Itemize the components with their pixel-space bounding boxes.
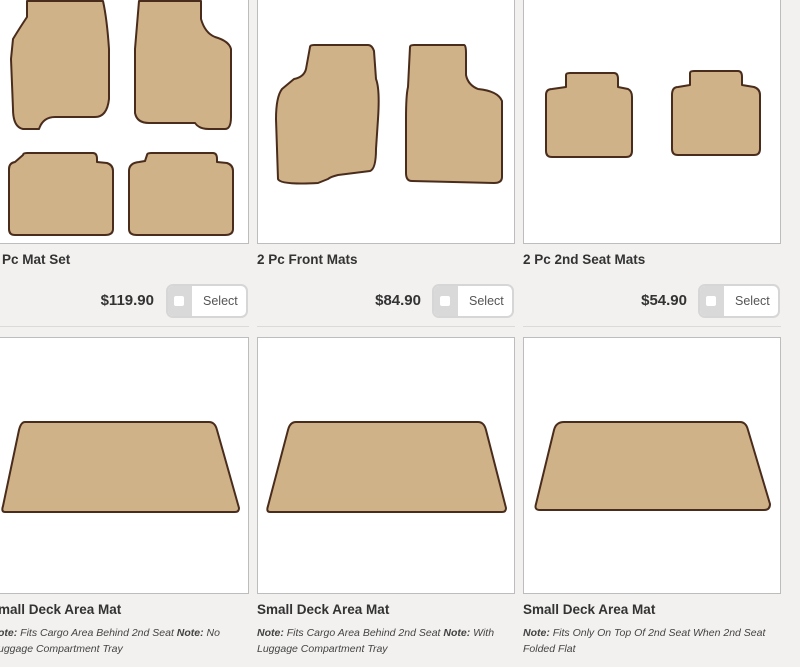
product-price: $119.90 [100, 292, 154, 309]
divider [523, 326, 781, 327]
select-label: Select [469, 294, 504, 308]
select-button[interactable]: Select [698, 284, 780, 318]
product-image-deck-mat[interactable] [0, 337, 249, 594]
select-label: Select [735, 294, 770, 308]
deck-mat-illustration [534, 421, 771, 511]
divider [0, 326, 249, 327]
product-title[interactable]: Small Deck Area Mat [257, 602, 389, 617]
product-image-deck-mat[interactable] [257, 337, 515, 594]
product-image-front-mats[interactable] [257, 0, 515, 244]
checkbox-area [434, 286, 458, 316]
2nd-seat-mats-illustration [545, 70, 761, 158]
product-image-deck-mat[interactable] [523, 337, 781, 594]
product-title[interactable]: mall Deck Area Mat [0, 602, 121, 617]
product-price: $84.90 [375, 292, 421, 309]
select-button[interactable]: Select [166, 284, 248, 318]
product-price: $54.90 [641, 292, 687, 309]
product-note: Note: Fits Cargo Area Behind 2nd Seat No… [257, 627, 495, 655]
product-title[interactable]: 2 Pc Front Mats [257, 252, 358, 267]
select-label: Select [203, 294, 238, 308]
product-image-mat-set[interactable] [0, 0, 249, 244]
deck-mat-illustration [266, 421, 507, 513]
checkbox-icon[interactable] [440, 296, 450, 306]
product-note: Note: Fits Only On Top Of 2nd Seat When … [523, 627, 766, 655]
divider [257, 326, 515, 327]
select-button[interactable]: Select [432, 284, 514, 318]
mat-set-illustration [8, 0, 234, 236]
deck-mat-illustration [1, 421, 240, 513]
checkbox-area [168, 286, 192, 316]
product-image-2nd-seat-mats[interactable] [523, 0, 781, 244]
checkbox-area [700, 286, 724, 316]
product-note: ote: Fits Cargo Area Behind 2nd Seat Not… [0, 627, 220, 655]
checkbox-icon[interactable] [706, 296, 716, 306]
product-grid: Pc Mat Set $119.90 Select 2 Pc Front Mat… [0, 0, 800, 667]
product-title[interactable]: 2 Pc 2nd Seat Mats [523, 252, 645, 267]
front-mats-illustration [275, 44, 503, 185]
checkbox-icon[interactable] [174, 296, 184, 306]
product-title[interactable]: Pc Mat Set [2, 252, 70, 267]
product-title[interactable]: Small Deck Area Mat [523, 602, 655, 617]
